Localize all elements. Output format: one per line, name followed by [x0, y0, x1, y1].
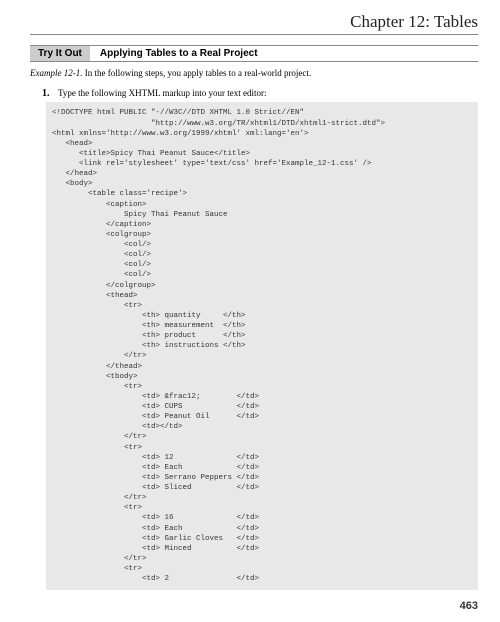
chapter-title: Chapter 12: Tables	[30, 12, 478, 35]
tryitout-title: Applying Tables to a Real Project	[90, 46, 268, 61]
page-number: 463	[30, 600, 478, 612]
step-number: 1.	[42, 88, 58, 99]
step-instruction: Type the following XHTML markup into you…	[58, 88, 267, 100]
tryitout-badge: Try It Out	[30, 46, 90, 61]
example-line: Example 12-1. In the following steps, yo…	[30, 68, 478, 80]
example-label: Example 12-1.	[30, 68, 82, 78]
tryitout-bar: Try It Out Applying Tables to a Real Pro…	[30, 45, 478, 62]
step-1: 1. Type the following XHTML markup into …	[42, 88, 478, 100]
example-text: In the following steps, you apply tables…	[82, 68, 311, 78]
code-block: <!DOCTYPE html PUBLIC "-//W3C//DTD XHTML…	[46, 102, 478, 590]
